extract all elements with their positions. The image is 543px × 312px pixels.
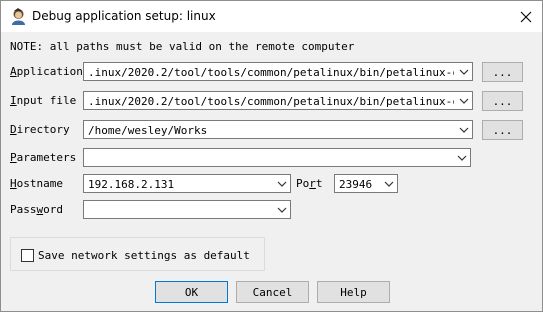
hostname-value: 192.168.2.131: [88, 178, 175, 191]
directory-browse-button[interactable]: ...: [482, 120, 523, 140]
directory-browse-label: ...: [492, 123, 513, 137]
port-label: Port: [296, 177, 323, 190]
window-title: Debug application setup: linux: [32, 9, 216, 23]
dialog-window: Debug application setup: linux NOTE: all…: [0, 0, 543, 312]
directory-value: /home/wesley/Works: [88, 124, 208, 137]
close-icon: [520, 11, 532, 23]
parameters-combo[interactable]: [83, 148, 471, 167]
application-label-rest: pplication: [16, 65, 83, 78]
application-browse-label: ...: [492, 65, 513, 79]
close-button[interactable]: [515, 6, 537, 28]
cancel-button[interactable]: Cancel: [236, 281, 309, 303]
chevron-down-icon: [384, 181, 394, 187]
input-file-value: .inux/2020.2/tool/tools/common/petalinux…: [88, 95, 454, 108]
parameters-label-rest: arameters: [16, 151, 77, 164]
input-file-label: Input file: [10, 94, 76, 107]
input-file-combo[interactable]: .inux/2020.2/tool/tools/common/petalinux…: [83, 91, 473, 110]
directory-combo[interactable]: /home/wesley/Works: [83, 120, 473, 139]
chevron-down-icon: [459, 98, 469, 104]
ok-button-label: OK: [184, 285, 199, 299]
chevron-down-icon: [277, 181, 287, 187]
port-value: 23946: [339, 178, 373, 191]
cancel-button-label: Cancel: [252, 285, 293, 299]
port-combo[interactable]: 23946: [334, 174, 398, 193]
help-button[interactable]: Help: [317, 281, 390, 303]
chevron-down-icon: [459, 127, 469, 133]
hostname-label: Hostname: [10, 177, 63, 190]
parameters-label-accel: P: [10, 151, 17, 164]
password-label-rest: ord: [43, 203, 63, 216]
input-file-label-accel: I: [10, 94, 17, 107]
application-value: .inux/2020.2/tool/tools/common/petalinux…: [88, 66, 454, 79]
application-browse-button[interactable]: ...: [482, 62, 523, 82]
directory-label: Directory: [10, 123, 70, 136]
directory-label-rest: irectory: [16, 123, 70, 136]
port-label-rest: t: [315, 177, 323, 190]
save-settings-checkbox[interactable]: [21, 249, 34, 262]
port-label-pre: Po: [296, 177, 310, 190]
input-file-label-rest: nput file: [16, 94, 77, 107]
parameters-label: Parameters: [10, 151, 76, 164]
application-combo[interactable]: .inux/2020.2/tool/tools/common/petalinux…: [83, 62, 473, 81]
title-bar: Debug application setup: linux: [1, 1, 542, 32]
ok-button[interactable]: OK: [155, 281, 228, 303]
input-file-browse-button[interactable]: ...: [482, 91, 523, 111]
port-label-accel: r: [309, 177, 316, 190]
chevron-down-icon: [277, 207, 287, 213]
help-button-label: Help: [340, 285, 367, 299]
password-label: Password: [10, 203, 63, 216]
note-text: NOTE: all paths must be valid on the rem…: [10, 40, 355, 53]
hostname-label-rest: ostname: [16, 177, 63, 190]
app-icon: [12, 8, 25, 25]
chevron-down-icon: [457, 155, 467, 161]
directory-label-accel: D: [10, 123, 17, 136]
hostname-combo[interactable]: 192.168.2.131: [83, 174, 291, 193]
application-label-accel: A: [10, 65, 17, 78]
save-settings-label[interactable]: Save network settings as default: [38, 249, 250, 262]
application-label: Application: [10, 65, 83, 78]
chevron-down-icon: [459, 69, 469, 75]
input-file-browse-label: ...: [492, 94, 513, 108]
hostname-label-accel: H: [10, 177, 17, 190]
password-label-pre: Pass: [10, 203, 37, 216]
password-combo[interactable]: [83, 200, 291, 219]
